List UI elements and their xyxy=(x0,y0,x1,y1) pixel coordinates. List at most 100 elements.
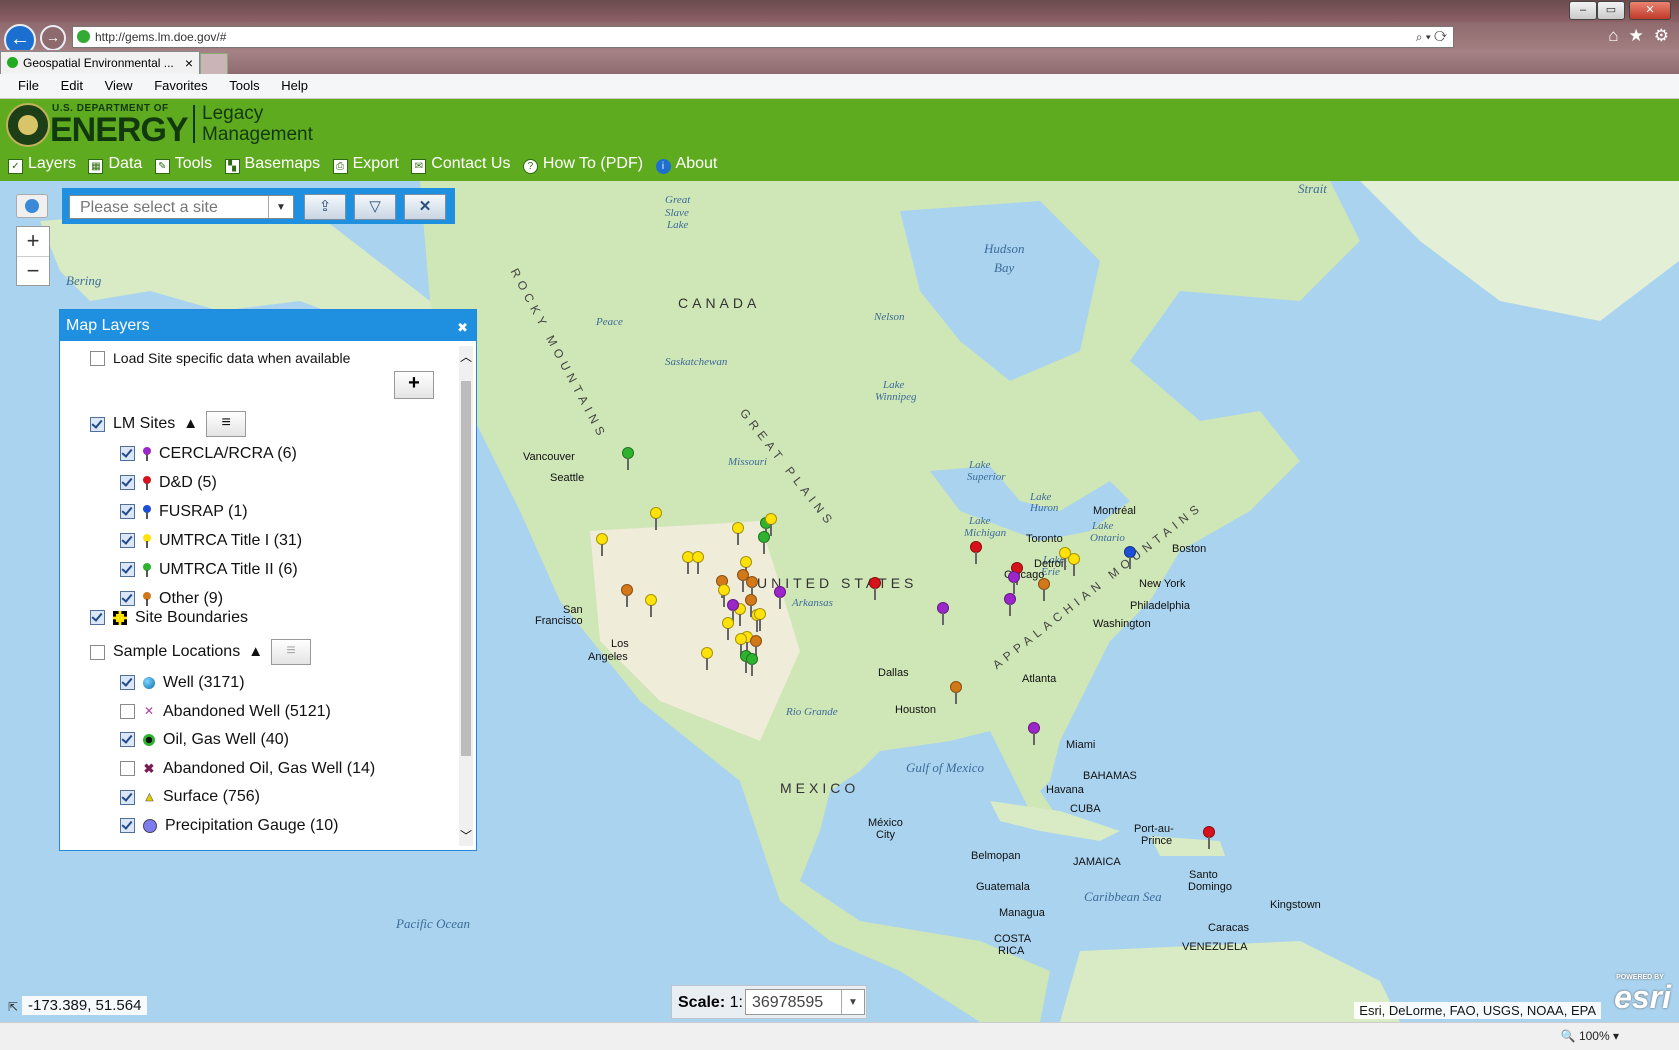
sample-locations-menu-button[interactable]: ≡ xyxy=(271,639,312,665)
site-pin[interactable] xyxy=(1028,722,1040,746)
site-pin[interactable] xyxy=(1004,593,1016,617)
lm-sites-menu-button[interactable]: ≡ xyxy=(206,411,247,437)
site-boundaries-checkbox[interactable] xyxy=(90,610,105,626)
scroll-down-icon[interactable]: ﹀ xyxy=(459,827,473,844)
site-pin[interactable] xyxy=(970,541,982,565)
sample-location-checkbox[interactable] xyxy=(120,703,135,719)
pin-stem xyxy=(723,595,725,607)
map-label: Atlanta xyxy=(1022,673,1057,685)
sample-location-checkbox[interactable] xyxy=(120,818,135,834)
clear-site-button[interactable]: ✕ xyxy=(404,194,446,220)
site-pin[interactable] xyxy=(692,551,704,575)
menu-help[interactable]: Help xyxy=(281,74,308,98)
sample-location-checkbox[interactable] xyxy=(120,732,135,748)
site-pin[interactable] xyxy=(937,602,949,626)
filter-button[interactable]: ▽ xyxy=(354,194,396,220)
add-layer-button[interactable]: + xyxy=(394,371,434,399)
site-pin[interactable] xyxy=(1059,547,1071,571)
nav-tools[interactable]: ✎ Tools xyxy=(154,155,212,174)
lm-site-checkbox[interactable] xyxy=(120,504,135,520)
minimize-button[interactable]: – xyxy=(1569,1,1597,20)
site-pin[interactable] xyxy=(732,522,744,546)
site-pin[interactable] xyxy=(754,608,766,632)
nav-layers[interactable]: ✓ Layers xyxy=(8,155,76,174)
envelope-icon: ✉ xyxy=(411,159,427,174)
scroll-thumb[interactable] xyxy=(461,381,471,756)
map-view[interactable]: CANADA UNITED STATES MEXICO Hudson Bay Gulf o… xyxy=(0,181,1679,1022)
close-panel-icon[interactable]: ✖ xyxy=(457,312,468,343)
home-icon[interactable]: ⌂ xyxy=(1608,26,1618,45)
forward-button[interactable]: → xyxy=(40,25,66,51)
nav-contact[interactable]: ✉ Contact Us xyxy=(411,155,510,174)
site-pin[interactable] xyxy=(596,533,608,557)
site-select-dropdown[interactable]: Please select a site ▼ xyxy=(69,195,294,219)
site-pin[interactable] xyxy=(746,653,758,677)
lm-site-checkbox[interactable] xyxy=(120,446,135,462)
collapse-triangle-icon[interactable]: ▲ xyxy=(183,412,198,436)
help-icon: ? xyxy=(522,159,538,174)
search-refresh-icons[interactable]: ⌕ ▾ ⟳ xyxy=(1416,27,1447,47)
menu-tools[interactable]: Tools xyxy=(229,74,259,98)
sample-location-checkbox[interactable] xyxy=(120,789,135,805)
site-select-placeholder: Please select a site xyxy=(80,199,218,216)
chevron-down-icon[interactable]: ▼ xyxy=(841,990,864,1014)
url-input[interactable]: http://gems.lm.doe.gov/# ⌕ ▾ ⟳ xyxy=(72,26,1454,48)
nav-data[interactable]: ▦ Data xyxy=(88,155,142,174)
lm-site-checkbox[interactable] xyxy=(120,533,135,549)
settings-gear-icon[interactable]: ⚙ xyxy=(1654,26,1669,45)
site-pin[interactable] xyxy=(1124,546,1136,570)
site-pin[interactable] xyxy=(1038,578,1050,602)
collapse-triangle-icon[interactable]: ▲ xyxy=(248,640,263,664)
nav-basemaps[interactable]: ▚ Basemaps xyxy=(224,155,320,174)
site-pin[interactable] xyxy=(722,617,734,641)
site-pin[interactable] xyxy=(774,586,786,610)
sample-location-checkbox[interactable] xyxy=(120,761,135,777)
nav-about[interactable]: i About xyxy=(655,155,717,174)
scale-select[interactable]: 36978595 ▼ xyxy=(745,989,865,1015)
nav-export[interactable]: ⎙ Export xyxy=(332,155,399,174)
menu-favorites[interactable]: Favorites xyxy=(154,74,207,98)
site-pin[interactable] xyxy=(765,513,777,537)
favorites-star-icon[interactable]: ★ xyxy=(1629,26,1644,45)
menu-edit[interactable]: Edit xyxy=(61,74,83,98)
lm-site-checkbox[interactable] xyxy=(120,591,135,607)
pin-stem xyxy=(763,542,765,554)
sample-locations-checkbox[interactable] xyxy=(90,644,105,660)
site-pin[interactable] xyxy=(950,681,962,705)
new-tab-button[interactable] xyxy=(200,53,228,75)
lm-site-checkbox[interactable] xyxy=(120,475,135,491)
sample-location-checkbox[interactable] xyxy=(120,675,135,691)
site-pin[interactable] xyxy=(869,577,881,601)
load-site-checkbox[interactable] xyxy=(90,351,105,367)
active-tab[interactable]: Geospatial Environmental ... × xyxy=(0,51,200,75)
nav-howto[interactable]: ? How To (PDF) xyxy=(522,155,643,174)
lm-site-checkbox[interactable] xyxy=(120,562,135,578)
zoom-in-button[interactable]: + xyxy=(17,227,49,257)
menu-view[interactable]: View xyxy=(105,74,133,98)
esri-logo[interactable]: POWERED BY esri xyxy=(1614,974,1671,1016)
menu-file[interactable]: File xyxy=(18,74,39,98)
chevron-down-icon[interactable]: ▼ xyxy=(268,196,293,218)
maximize-button[interactable]: ▭ xyxy=(1597,1,1625,20)
site-pin[interactable] xyxy=(1008,571,1020,595)
site-pin[interactable] xyxy=(718,584,730,608)
close-tab-icon[interactable]: × xyxy=(185,52,193,74)
site-pin[interactable] xyxy=(645,594,657,618)
zoom-out-button[interactable]: − xyxy=(17,257,49,286)
zoom-level[interactable]: 🔍 100% ▾ xyxy=(1561,1029,1619,1043)
lm-sites-checkbox[interactable] xyxy=(90,416,105,432)
close-window-button[interactable]: ✕ xyxy=(1629,1,1671,20)
site-pin[interactable] xyxy=(650,507,662,531)
panel-scrollbar[interactable]: ︿ ﹀ xyxy=(459,346,473,846)
sample-location-row: Precipitation Gauge (10) xyxy=(120,814,338,838)
site-pin[interactable] xyxy=(1203,826,1215,850)
home-extent-button[interactable] xyxy=(16,194,48,218)
site-pin[interactable] xyxy=(701,647,713,671)
open-site-button[interactable]: ⇪ xyxy=(304,194,346,220)
site-pin[interactable] xyxy=(622,447,634,471)
scale-value: 36978595 xyxy=(752,994,824,1011)
scroll-up-icon[interactable]: ︿ xyxy=(459,348,473,365)
expand-icon[interactable]: ⇱ xyxy=(8,1000,18,1014)
powered-by-text: POWERED BY xyxy=(1616,974,1664,981)
site-pin[interactable] xyxy=(621,584,633,608)
